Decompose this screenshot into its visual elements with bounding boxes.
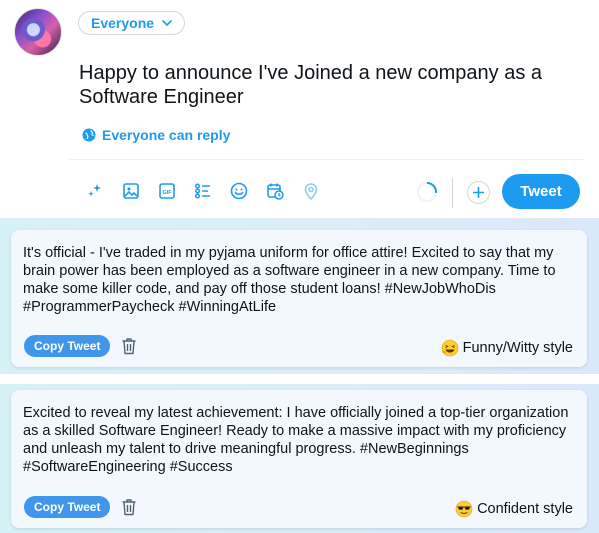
trash-icon[interactable] [121, 498, 139, 518]
gif-icon[interactable]: GIF [156, 180, 178, 202]
sparkle-icon[interactable] [84, 180, 106, 202]
copy-tweet-button[interactable]: Copy Tweet [24, 496, 111, 518]
style-label: Confident style [477, 501, 573, 517]
schedule-icon[interactable] [264, 180, 286, 202]
suggestion-card: It's official - I've traded in my pyjama… [11, 230, 587, 367]
suggestion-text: Excited to reveal my latest achievement:… [23, 405, 569, 475]
suggestion-card: Excited to reveal my latest achievement:… [11, 390, 587, 528]
poll-icon[interactable] [192, 180, 214, 202]
suggestion-text: It's official - I've traded in my pyjama… [23, 245, 556, 315]
grinning-squinting-face-icon [441, 339, 458, 357]
plus-icon [473, 187, 484, 198]
composer-toolbar: GIF [84, 180, 322, 202]
location-icon[interactable] [300, 180, 322, 202]
toolbar-separator [452, 178, 453, 208]
tweet-button[interactable]: Tweet [502, 174, 580, 209]
style-tag: Confident style [455, 500, 573, 518]
emoji-icon[interactable] [228, 180, 250, 202]
card-separator [0, 374, 599, 384]
globe-icon [82, 128, 96, 142]
style-tag: Funny/Witty style [441, 339, 573, 357]
reply-setting-label: Everyone can reply [102, 127, 231, 143]
avatar[interactable] [14, 8, 62, 56]
copy-tweet-button[interactable]: Copy Tweet [24, 335, 111, 357]
style-label: Funny/Witty style [462, 340, 573, 356]
tweet-composer: Everyone Happy to announce I've Joined a… [0, 0, 599, 215]
svg-text:GIF: GIF [162, 190, 172, 196]
chevron-down-icon [162, 20, 172, 26]
suggestions-panel: It's official - I've traded in my pyjama… [0, 218, 599, 533]
image-icon[interactable] [120, 180, 142, 202]
character-counter-icon [417, 182, 437, 202]
audience-label: Everyone [91, 15, 155, 31]
add-tweet-button[interactable] [467, 181, 490, 204]
reply-setting[interactable]: Everyone can reply [82, 127, 230, 143]
sunglasses-face-icon [455, 500, 473, 518]
audience-selector[interactable]: Everyone [78, 11, 186, 35]
divider [68, 159, 584, 160]
trash-icon[interactable] [121, 337, 139, 357]
tweet-textarea[interactable]: Happy to announce I've Joined a new comp… [79, 61, 579, 109]
